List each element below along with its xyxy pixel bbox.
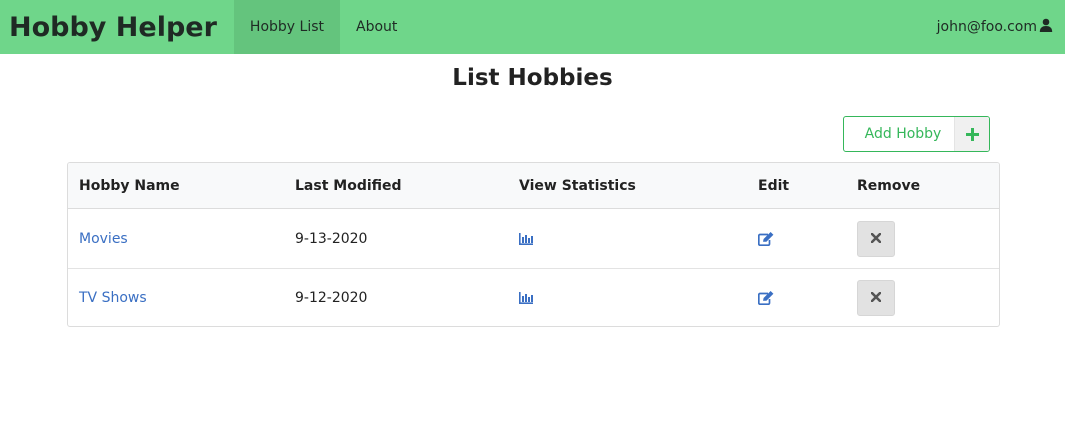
user-menu[interactable]: john@foo.com	[937, 0, 1065, 54]
remove-button[interactable]	[857, 220, 895, 257]
close-icon	[870, 290, 882, 306]
remove-button[interactable]	[857, 280, 895, 316]
edit-icon[interactable]	[758, 291, 774, 305]
close-icon	[870, 231, 882, 247]
edit-icon[interactable]	[758, 231, 774, 246]
header-last-modified: Last Modified	[295, 177, 402, 194]
user-email: john@foo.com	[936, 19, 1037, 35]
hobby-name-link[interactable]: Movies	[79, 231, 128, 247]
user-icon	[1037, 18, 1053, 36]
header-remove: Remove	[857, 177, 921, 194]
nav-link-hobby-list[interactable]: Hobby List	[233, 0, 340, 54]
hobbies-table: Hobby Name Last Modified View Statistics…	[67, 162, 1000, 327]
page-title: List Hobbies	[452, 65, 613, 91]
brand-title[interactable]: Hobby Helper	[0, 0, 234, 54]
top-navbar: Hobby Helper Hobby List About john@foo.c…	[0, 0, 1065, 54]
hobby-name-link[interactable]: TV Shows	[79, 290, 147, 306]
header-view-statistics: View Statistics	[519, 177, 636, 194]
table-header-row: Hobby Name Last Modified View Statistics…	[68, 163, 999, 209]
add-hobby-button[interactable]: Add Hobby	[843, 116, 990, 152]
table-row: Movies 9-13-2020	[68, 209, 999, 268]
table-row: TV Shows 9-12-2020	[68, 268, 999, 326]
plus-icon	[954, 117, 989, 151]
last-modified: 9-13-2020	[295, 230, 368, 247]
add-hobby-label: Add Hobby	[864, 126, 942, 142]
bar-chart-icon[interactable]	[519, 292, 533, 304]
last-modified: 9-12-2020	[295, 290, 368, 306]
nav-link-about[interactable]: About	[340, 0, 413, 54]
header-edit: Edit	[758, 177, 790, 194]
bar-chart-icon[interactable]	[519, 232, 533, 245]
header-hobby-name: Hobby Name	[79, 177, 180, 194]
